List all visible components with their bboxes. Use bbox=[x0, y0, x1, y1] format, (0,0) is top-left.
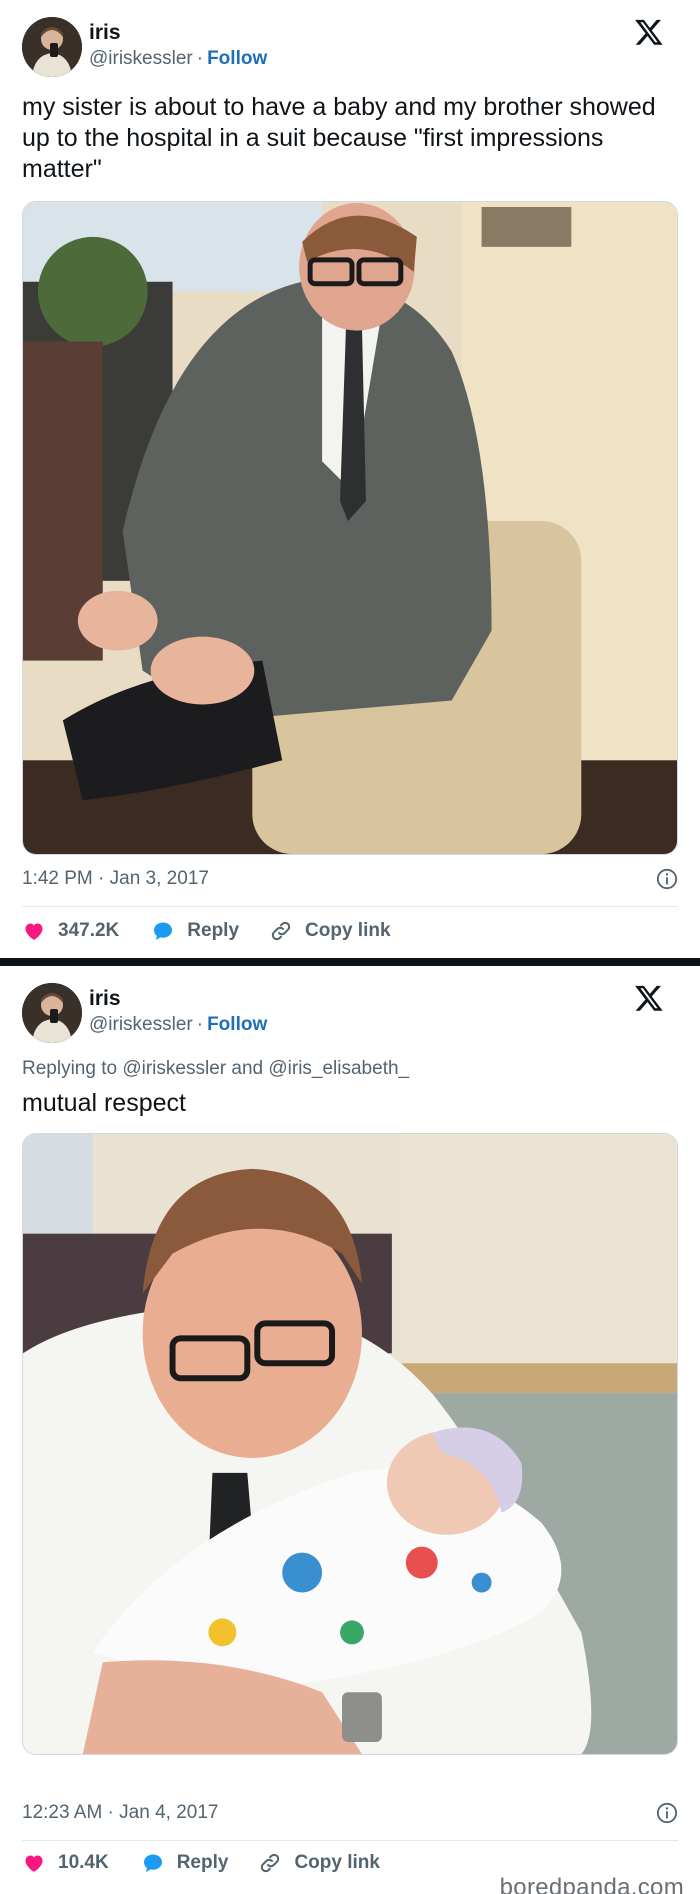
heart-icon bbox=[25, 923, 43, 940]
mention-link[interactable]: @iriskessler bbox=[122, 1058, 226, 1079]
avatar[interactable] bbox=[22, 983, 82, 1043]
like-button[interactable]: 347.2K bbox=[22, 919, 119, 943]
tweet-text: mutual respect bbox=[22, 1089, 186, 1117]
tweet-photo[interactable] bbox=[22, 1133, 678, 1755]
author-handle-row: @iriskessler · Follow bbox=[89, 1014, 267, 1036]
follow-button[interactable]: Follow bbox=[207, 1014, 267, 1035]
mention-link[interactable]: @iris_elisabeth_ bbox=[268, 1058, 409, 1079]
x-logo-icon[interactable] bbox=[634, 983, 664, 1013]
reply-label: Reply bbox=[176, 1852, 229, 1873]
copy-link-label: Copy link bbox=[305, 920, 391, 941]
like-count: 347.2K bbox=[58, 920, 120, 941]
copy-link-button[interactable]: Copy link bbox=[269, 919, 391, 943]
link-icon bbox=[261, 1853, 280, 1873]
reply-label: Reply bbox=[187, 920, 240, 941]
watermark-text: boredpanda.com bbox=[499, 1874, 684, 1894]
link-icon bbox=[271, 921, 291, 941]
reply-button[interactable]: Reply bbox=[141, 1851, 229, 1875]
tweet-text: my sister is about to have a baby and my… bbox=[22, 93, 656, 183]
replying-prefix: Replying to bbox=[22, 1058, 118, 1079]
like-count: 10.4K bbox=[58, 1852, 109, 1873]
x-logo-icon[interactable] bbox=[634, 17, 664, 47]
heart-icon bbox=[25, 1855, 43, 1872]
divider bbox=[22, 1840, 678, 1841]
tweet-timestamp[interactable]: 12:23 AM · Jan 4, 2017 bbox=[22, 1802, 218, 1824]
copy-link-button[interactable]: Copy link bbox=[258, 1851, 380, 1875]
reply-button[interactable]: Reply bbox=[151, 919, 239, 943]
separator-dot: · bbox=[196, 48, 204, 69]
action-bar: 347.2K Reply Copy link bbox=[22, 916, 391, 946]
divider bbox=[22, 906, 678, 907]
speech-bubble-icon bbox=[154, 922, 173, 940]
author-name[interactable]: iris bbox=[89, 21, 121, 45]
info-icon[interactable] bbox=[656, 868, 678, 890]
info-icon[interactable] bbox=[656, 1802, 678, 1824]
tweet-card: iris @iriskessler · Follow my sister is ab… bbox=[0, 0, 700, 958]
action-bar: 10.4K Reply Copy link bbox=[22, 1848, 380, 1878]
author-handle[interactable]: @iriskessler bbox=[89, 1014, 193, 1035]
separator-dot: · bbox=[196, 1014, 204, 1035]
author-name[interactable]: iris bbox=[89, 987, 121, 1011]
tweet-card: iris @iriskessler · Follow Replying to @ir… bbox=[0, 966, 700, 1894]
section-divider bbox=[0, 958, 700, 966]
follow-button[interactable]: Follow bbox=[207, 48, 267, 69]
author-handle-row: @iriskessler · Follow bbox=[89, 48, 267, 70]
speech-bubble-icon bbox=[143, 1854, 162, 1872]
author-handle[interactable]: @iriskessler bbox=[89, 48, 193, 69]
replying-to-line: Replying to @iriskessler and @iris_elisa… bbox=[22, 1058, 409, 1080]
copy-link-label: Copy link bbox=[294, 1852, 380, 1873]
tweet-timestamp[interactable]: 1:42 PM · Jan 3, 2017 bbox=[22, 868, 209, 890]
avatar[interactable] bbox=[22, 17, 82, 77]
like-button[interactable]: 10.4K bbox=[22, 1851, 109, 1875]
replying-and: and bbox=[231, 1058, 264, 1079]
tweet-photo[interactable] bbox=[22, 201, 678, 855]
